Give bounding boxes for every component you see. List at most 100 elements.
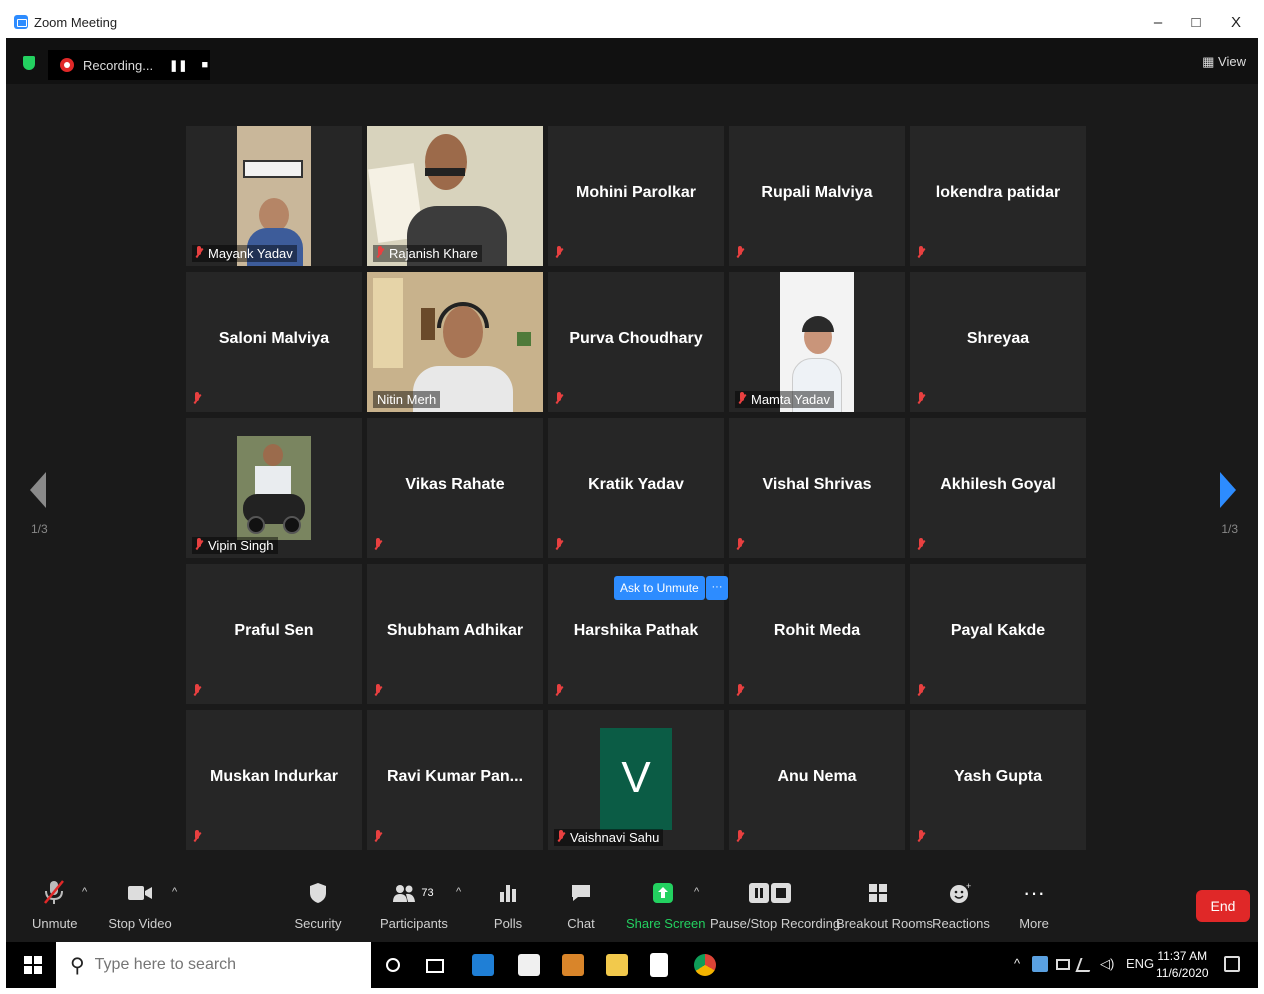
participant-name: Muskan Indurkar [209,768,339,785]
participant-name: Purva Choudhary [569,330,703,347]
participant-tile[interactable]: Praful Sen [186,564,362,704]
pause-stop-recording-icon [710,876,830,910]
volume-icon[interactable]: ◁) [1100,956,1114,972]
participant-tile[interactable]: Mohini Parolkar [548,126,724,266]
windows-taskbar: ⚲ ^ ◁) ENG 11:37 AM 11/6/2020 [6,942,1258,988]
tray-app-icon[interactable] [1032,956,1048,972]
participants-options-caret[interactable]: ^ [456,886,461,898]
participant-name: lokendra patidar [935,184,1061,201]
participant-tile[interactable]: Payal Kakde [910,564,1086,704]
muted-mic-icon [916,246,926,260]
taskbar-search[interactable]: ⚲ [56,942,371,988]
cortana-icon[interactable] [386,958,400,972]
participant-tile[interactable]: lokendra patidar [910,126,1086,266]
audio-options-caret[interactable]: ^ [82,886,87,898]
participant-tile[interactable]: Akhilesh Goyal [910,418,1086,558]
taskbar-search-input[interactable] [94,956,345,974]
cloud-recording-icon [60,58,74,72]
end-meeting-button[interactable]: End [1196,890,1250,922]
share-screen-button[interactable]: Share Screen [626,876,706,931]
participant-tile[interactable]: Saloni Malviya [186,272,362,412]
participants-count: 73 [421,887,434,899]
participant-tile[interactable]: Purva Choudhary [548,272,724,412]
participant-tile[interactable]: Vikas Rahate [367,418,543,558]
participant-name: Mamta Yadav [735,391,835,408]
participant-name: Mayank Yadav [192,245,297,262]
reactions-button[interactable]: + Reactions [932,876,990,931]
participant-name: Vishal Shrivas [762,476,872,493]
show-hidden-icons-caret[interactable]: ^ [1014,956,1020,971]
participant-tile[interactable]: Ravi Kumar Pan... [367,710,543,850]
participant-tile[interactable]: Shubham Adhikar [367,564,543,704]
pause-stop-recording-button[interactable]: Pause/Stop Recording [710,876,840,931]
encryption-shield-icon[interactable] [23,56,35,70]
stop-video-button[interactable]: Stop Video [108,876,172,931]
breakout-rooms-button[interactable]: Breakout Rooms [836,876,933,931]
view-button[interactable]: ▦ View [1202,54,1246,70]
notifications-icon[interactable] [1224,956,1240,972]
store-app-icon[interactable] [518,954,540,976]
participant-tile[interactable]: Yash Gupta [910,710,1086,850]
previous-page-arrow-icon[interactable] [30,472,46,508]
muted-mic-icon [916,392,926,406]
minimize-button[interactable]: – [1138,6,1178,38]
unmute-button[interactable]: Unmute [32,876,78,931]
muted-mic-icon [735,538,745,552]
participant-tile[interactable]: Anu Nema [729,710,905,850]
chrome-icon[interactable] [694,954,716,976]
active-speaker-tile[interactable]: Nitin Merh [367,272,543,412]
share-options-caret[interactable]: ^ [694,886,699,898]
video-options-caret[interactable]: ^ [172,886,177,898]
task-view-icon[interactable] [426,959,444,973]
participant-name: Saloni Malviya [218,330,330,347]
network-icon[interactable] [1075,958,1095,972]
svg-text:+: + [966,882,971,891]
recording-label: Recording... [83,57,154,73]
participant-tile[interactable]: Rupali Malviya [729,126,905,266]
input-language[interactable]: ENG [1126,956,1154,971]
chat-button[interactable]: Chat [564,876,598,931]
close-button[interactable]: X [1216,6,1256,38]
participant-name: Vikas Rahate [405,476,505,493]
participant-tile[interactable]: Vishal Shrivas [729,418,905,558]
participant-tile[interactable]: Mayank Yadav [186,126,362,266]
windows-start-icon[interactable] [24,956,42,974]
participant-tile[interactable]: Muskan Indurkar [186,710,362,850]
taskbar-clock[interactable]: 11:37 AM 11/6/2020 [1156,948,1209,982]
participant-tile[interactable]: V Vaishnavi Sahu [548,710,724,850]
recording-indicator: Recording... ❚❚ ■ [48,50,210,80]
participant-more-button[interactable]: ··· [706,576,728,600]
pause-recording-button[interactable]: ❚❚ [169,59,187,72]
next-page-arrow-icon[interactable] [1220,472,1236,508]
ask-to-unmute-button[interactable]: Ask to Unmute [614,576,705,600]
participant-name: Vipin Singh [192,537,278,554]
stop-recording-button[interactable]: ■ [202,59,209,71]
muted-mic-icon [554,684,564,698]
security-button[interactable]: Security [292,876,344,931]
polls-button[interactable]: Polls [490,876,526,931]
title-bar: Zoom Meeting – □ X [6,6,1258,38]
document-app-icon[interactable] [650,953,668,977]
maximize-button[interactable]: □ [1176,6,1216,38]
battery-icon[interactable] [1056,959,1070,970]
muted-mic-icon [554,392,564,406]
window-title: Zoom Meeting [34,14,118,30]
more-button[interactable]: ··· More [1016,876,1052,931]
participant-tile[interactable]: Shreyaa [910,272,1086,412]
participants-button[interactable]: 73 Participants [380,876,448,931]
avatar: V [600,728,672,830]
muted-mic-icon [375,246,385,260]
participant-name: Vaishnavi Sahu [554,829,664,846]
participant-tile[interactable]: Kratik Yadav [548,418,724,558]
participant-tile[interactable]: Rajanish Khare [367,126,543,266]
bar-chart-icon [490,876,526,910]
media-app-icon[interactable] [562,954,584,976]
participant-name: Rajanish Khare [373,245,482,262]
muted-mic-icon [373,538,383,552]
participant-tile[interactable]: Vipin Singh [186,418,362,558]
participant-tile[interactable]: Mamta Yadav [729,272,905,412]
mail-app-icon[interactable] [472,954,494,976]
participant-tile[interactable]: Rohit Meda [729,564,905,704]
file-explorer-icon[interactable] [606,954,628,976]
participant-name: Nitin Merh [373,391,441,408]
